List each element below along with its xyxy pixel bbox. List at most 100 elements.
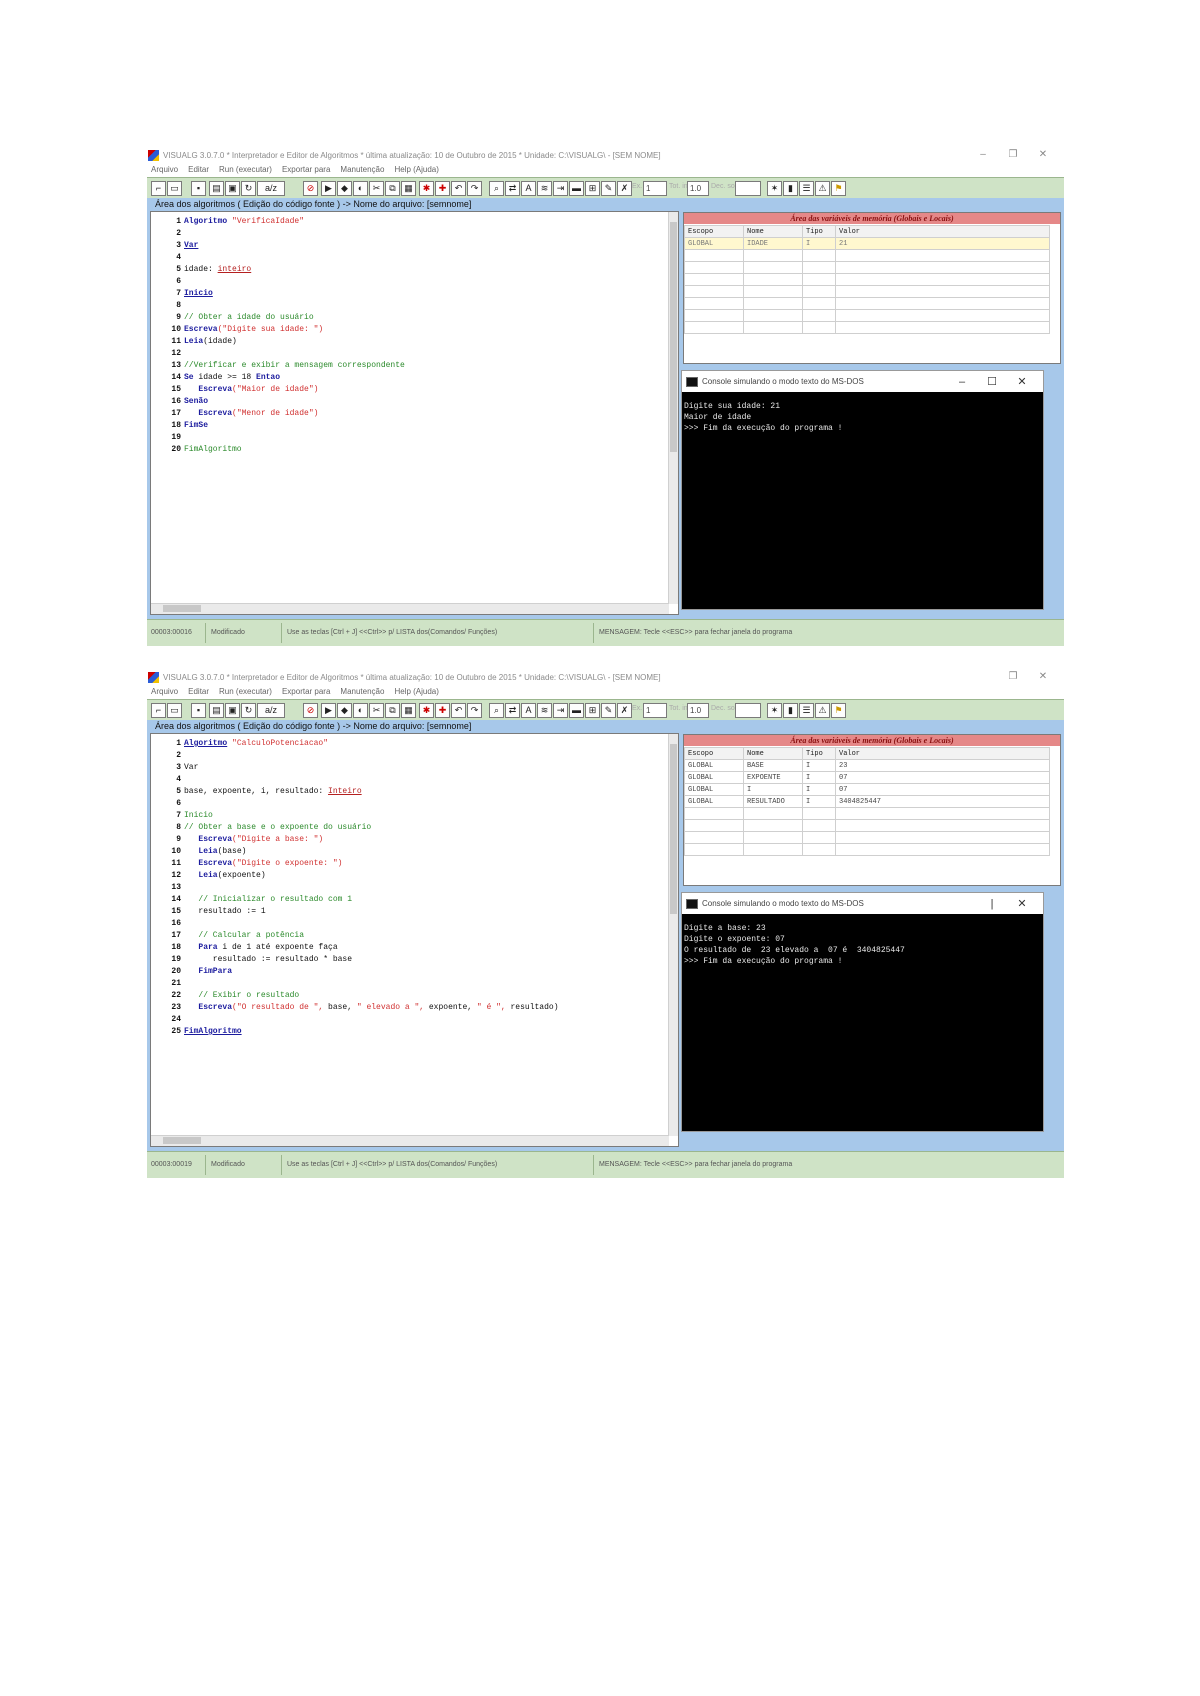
undo-icon[interactable]: ↶ [451,703,466,718]
redo-icon[interactable]: ↷ [467,703,482,718]
paste-icon[interactable]: ▦ [401,703,416,718]
help-icon[interactable]: ✎ [601,181,616,196]
uncomment-icon[interactable]: ≋ [537,703,552,718]
timer-icon[interactable]: ◐ [353,181,368,196]
document-icon[interactable]: ▮ [783,181,798,196]
calculator-icon[interactable]: ⊞ [585,181,600,196]
code-line[interactable]: 24 [153,1014,559,1026]
variable-row[interactable] [684,261,1050,274]
calculator-icon[interactable]: ⊞ [585,703,600,718]
variable-row[interactable] [684,297,1050,310]
console-restore-button[interactable]: | [977,898,1007,910]
menu-exportar[interactable]: Exportar para [282,165,330,174]
maximize-button[interactable]: ❐ [998,671,1028,682]
comment-icon[interactable]: A [521,703,536,718]
interval-input[interactable]: 1.0 [687,703,709,718]
redo-icon[interactable]: ↷ [467,181,482,196]
save-as-icon[interactable]: ▣ [225,703,240,718]
save-icon[interactable]: ▪ [191,181,206,196]
variable-row[interactable] [684,321,1050,334]
interval-input[interactable]: 1.0 [687,181,709,196]
save-as-icon[interactable]: ▣ [225,181,240,196]
variable-row[interactable] [684,309,1050,322]
paste-icon[interactable]: ▦ [401,181,416,196]
code-line[interactable]: 4 [153,252,405,264]
step-into-icon[interactable]: ✚ [435,703,450,718]
code-line[interactable]: 16 Senão [153,396,405,408]
console-close-button[interactable]: ✕ [1007,897,1037,910]
editor-vertical-scrollbar[interactable] [668,212,678,604]
timer-icon[interactable]: ◐ [353,703,368,718]
variable-row[interactable] [684,273,1050,286]
code-line[interactable]: 3 Var [153,240,405,252]
code-line[interactable]: 2 [153,750,559,762]
code-line[interactable]: 7 Inicio [153,288,405,300]
find-icon[interactable]: ⌕ [489,181,504,196]
code-line[interactable]: 22 // Exibir o resultado [153,990,559,1002]
menu-arquivo[interactable]: Arquivo [151,687,178,696]
menu-arquivo[interactable]: Arquivo [151,165,178,174]
maximize-button[interactable]: ❐ [998,149,1028,160]
code-line[interactable]: 1 Algoritmo "CalculoPotenciacao" [153,738,559,750]
code-line[interactable]: 2 [153,228,405,240]
decimal-select[interactable] [735,703,761,718]
document-icon[interactable]: ▮ [783,703,798,718]
code-line[interactable]: 7 Inicio [153,810,559,822]
code-line[interactable]: 6 [153,276,405,288]
breakpoint-icon[interactable]: ✱ [419,181,434,196]
exec-speed-input[interactable]: 1 [643,703,667,718]
code-line[interactable]: 14 Se idade >= 18 Entao [153,372,405,384]
menu-manutencao[interactable]: Manutenção [340,165,384,174]
code-line[interactable]: 11 Escreva("Digite o expoente: ") [153,858,559,870]
code-line[interactable]: 25 FimAlgoritmo [153,1026,559,1038]
breakpoint-icon[interactable]: ✱ [419,703,434,718]
code-line[interactable]: 17 Escreva("Menor de idade") [153,408,405,420]
debug-icon[interactable]: ✶ [767,181,782,196]
menu-editar[interactable]: Editar [188,165,209,174]
stop-exec-icon[interactable]: ✗ [617,703,632,718]
step-into-icon[interactable]: ✚ [435,181,450,196]
code-line[interactable]: 8 [153,300,405,312]
help-icon[interactable]: ✎ [601,703,616,718]
run-icon[interactable]: ▶ [321,703,336,718]
menu-manutencao[interactable]: Manutenção [340,687,384,696]
indent-icon[interactable]: ⇥ [553,703,568,718]
list-icon[interactable]: ☰ [799,181,814,196]
console-maximize-button[interactable]: ☐ [977,375,1007,388]
code-line[interactable]: 17 // Calcular a potência [153,930,559,942]
variable-row[interactable]: GLOBAL EXPOENTE I 07 [684,771,1050,784]
variable-row[interactable] [684,819,1050,832]
code-line[interactable]: 6 [153,798,559,810]
stop-icon[interactable]: ⊘ [303,181,318,196]
code-editor[interactable]: 1 Algoritmo "CalculoPotenciacao" 2 3 Var 4 5 ba… [150,733,679,1147]
code-line[interactable]: 4 [153,774,559,786]
variable-row[interactable] [684,807,1050,820]
menu-run[interactable]: Run (executar) [219,165,272,174]
code-line[interactable]: 3 Var [153,762,559,774]
warning-icon[interactable]: ⚠ [815,703,830,718]
run-step-icon[interactable]: ◆ [337,181,352,196]
indent-icon[interactable]: ⇥ [553,181,568,196]
replace-icon[interactable]: ⇄ [505,703,520,718]
code-line[interactable]: 10 Escreva("Digite sua idade: ") [153,324,405,336]
code-line[interactable]: 20 FimAlgoritmo [153,444,405,456]
new-file-icon[interactable]: ⌐ [151,181,166,196]
run-icon[interactable]: ▶ [321,181,336,196]
menu-editar[interactable]: Editar [188,687,209,696]
code-line[interactable]: 12 [153,348,405,360]
close-button[interactable]: ✕ [1028,671,1058,682]
stop-exec-icon[interactable]: ✗ [617,181,632,196]
code-line[interactable]: 15 resultado := 1 [153,906,559,918]
editor-vertical-scrollbar[interactable] [668,734,678,1136]
editor-horizontal-scrollbar[interactable] [151,1135,669,1146]
code-line[interactable]: 15 Escreva("Maior de idade") [153,384,405,396]
variable-row[interactable]: GLOBAL IDADE I 21 [684,237,1050,250]
compile-icon[interactable]: a/z [257,181,285,196]
code-line[interactable]: 12 Leia(expoente) [153,870,559,882]
variable-row[interactable]: GLOBAL BASE I 23 [684,759,1050,772]
copy-icon[interactable]: ⧉ [385,703,400,718]
format-icon[interactable]: ▬ [569,703,584,718]
editor-horizontal-scrollbar[interactable] [151,603,669,614]
stop-icon[interactable]: ⊘ [303,703,318,718]
open-file-icon[interactable]: ▭ [167,703,182,718]
